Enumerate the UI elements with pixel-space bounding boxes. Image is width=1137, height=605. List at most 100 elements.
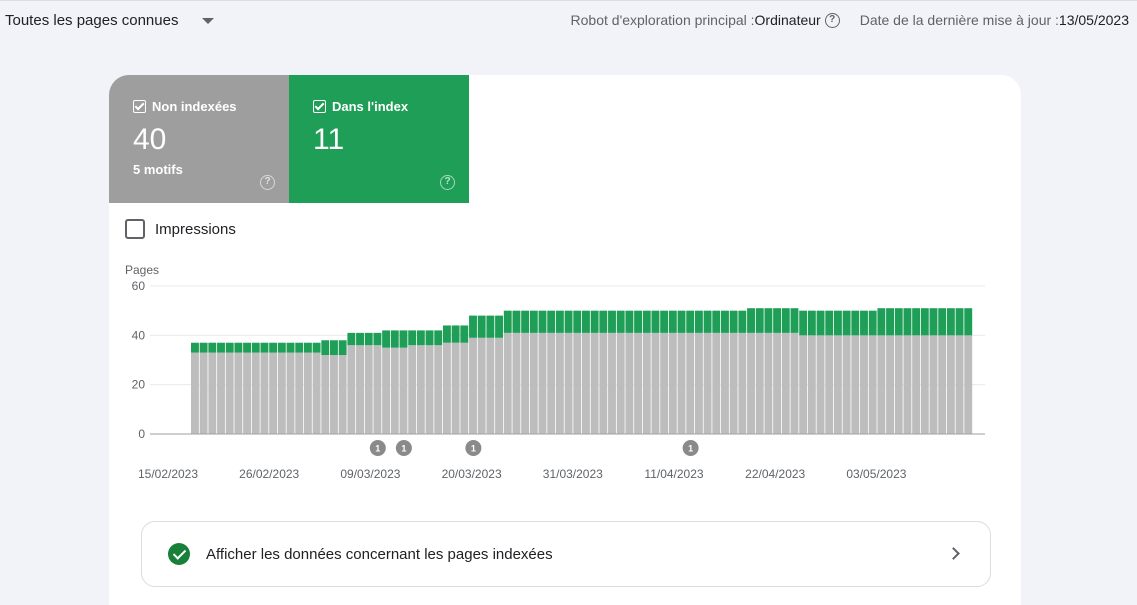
bar-not-indexed — [747, 332, 755, 434]
bar-not-indexed — [833, 335, 842, 434]
bar-not-indexed — [347, 345, 356, 434]
bar-indexed — [694, 310, 703, 333]
x-tick-label: 09/03/2023 — [340, 467, 400, 481]
bar-not-indexed — [382, 347, 391, 434]
bar-not-indexed — [712, 332, 721, 434]
bar-indexed — [399, 330, 408, 348]
annotation-label: 1 — [401, 444, 406, 454]
bar-indexed — [269, 342, 278, 353]
help-circle-icon[interactable]: ? — [824, 12, 840, 28]
bar-indexed — [912, 308, 921, 336]
bar-not-indexed — [625, 332, 634, 434]
bar-not-indexed — [668, 332, 677, 434]
bar-indexed — [295, 342, 304, 353]
indexed-pages-link[interactable]: Afficher les données concernant les page… — [141, 521, 991, 587]
bar-not-indexed — [477, 337, 486, 434]
bar-indexed — [416, 330, 425, 346]
bar-indexed — [503, 310, 512, 333]
bar-not-indexed — [599, 332, 608, 434]
bar-not-indexed — [208, 352, 217, 434]
bar-not-indexed — [886, 335, 894, 434]
bar-indexed — [338, 340, 347, 356]
bar-indexed — [755, 308, 764, 333]
pages-chart: Pages 0 20 40 60 1 1 1 1 15/02/2023 26/02/2023 09/0… — [125, 263, 985, 481]
pages-filter-dropdown[interactable]: Toutes les pages connues — [5, 12, 215, 29]
bar-not-indexed — [781, 332, 790, 434]
bar-not-indexed — [364, 345, 373, 434]
bar-not-indexed — [390, 347, 399, 434]
bar-not-indexed — [460, 342, 469, 434]
bar-indexed — [512, 310, 521, 333]
bar-indexed — [860, 310, 868, 336]
bar-not-indexed — [408, 345, 417, 434]
bar-not-indexed — [225, 352, 234, 434]
bar-indexed — [868, 310, 877, 336]
x-tick-label: 26/02/2023 — [239, 467, 299, 481]
bar-not-indexed — [938, 335, 947, 434]
bar-not-indexed — [642, 332, 651, 434]
x-tick-label: 11/04/2023 — [644, 467, 703, 481]
bar-not-indexed — [503, 332, 512, 434]
bar-indexed — [642, 310, 651, 333]
bar-indexed — [955, 308, 964, 336]
bar-not-indexed — [251, 352, 260, 434]
bar-indexed — [668, 310, 677, 333]
x-tick-label: 20/03/2023 — [442, 467, 502, 481]
bar-not-indexed — [442, 342, 451, 434]
bar-indexed — [364, 332, 373, 346]
y-tick-label: 20 — [132, 378, 146, 392]
bar-indexed — [382, 330, 391, 348]
bar-not-indexed — [425, 345, 434, 434]
bar-indexed — [764, 308, 773, 333]
bar-indexed — [277, 342, 286, 353]
bar-indexed — [234, 342, 243, 353]
bar-not-indexed — [243, 352, 252, 434]
bar-not-indexed — [564, 332, 573, 434]
bar-indexed — [599, 310, 608, 333]
bar-indexed — [425, 330, 434, 346]
chevron-right-icon — [947, 547, 960, 560]
bar-not-indexed — [894, 335, 903, 434]
bar-indexed — [330, 340, 338, 356]
bar-indexed — [521, 310, 530, 333]
bar-indexed — [938, 308, 947, 336]
bar-not-indexed — [903, 335, 912, 434]
bar-indexed — [434, 330, 443, 346]
bar-not-indexed — [790, 332, 799, 434]
bar-indexed — [477, 315, 486, 338]
bar-indexed — [582, 310, 590, 333]
bar-not-indexed — [582, 332, 590, 434]
bar-indexed — [547, 310, 556, 333]
top-bar: Toutes les pages connues Robot d'explora… — [0, 0, 1137, 38]
bar-indexed — [321, 340, 330, 356]
bar-indexed — [920, 308, 929, 336]
bar-indexed — [608, 310, 616, 333]
bar-indexed — [390, 330, 399, 348]
update-value: 13/05/2023 — [1058, 12, 1129, 28]
bar-indexed — [251, 342, 260, 353]
bar-indexed — [408, 330, 417, 346]
x-tick-label: 15/02/2023 — [138, 467, 198, 481]
bar-not-indexed — [616, 332, 625, 434]
bar-not-indexed — [964, 335, 973, 434]
bar-not-indexed — [312, 352, 321, 434]
bar-not-indexed — [234, 352, 243, 434]
annotation-label: 1 — [688, 444, 693, 454]
bar-not-indexed — [694, 332, 703, 434]
bar-indexed — [634, 310, 643, 333]
bar-not-indexed — [851, 335, 860, 434]
bar-not-indexed — [295, 352, 304, 434]
bar-not-indexed — [277, 352, 286, 434]
bar-not-indexed — [677, 332, 686, 434]
bar-indexed — [616, 310, 625, 333]
bar-not-indexed — [807, 335, 816, 434]
bar-not-indexed — [738, 332, 747, 434]
bar-not-indexed — [877, 335, 886, 434]
bar-not-indexed — [929, 335, 938, 434]
bar-not-indexed — [608, 332, 616, 434]
bar-indexed — [303, 342, 312, 353]
bar-not-indexed — [321, 355, 330, 434]
check-circle-icon — [168, 543, 190, 565]
bar-not-indexed — [529, 332, 538, 434]
bar-indexed — [356, 332, 364, 346]
